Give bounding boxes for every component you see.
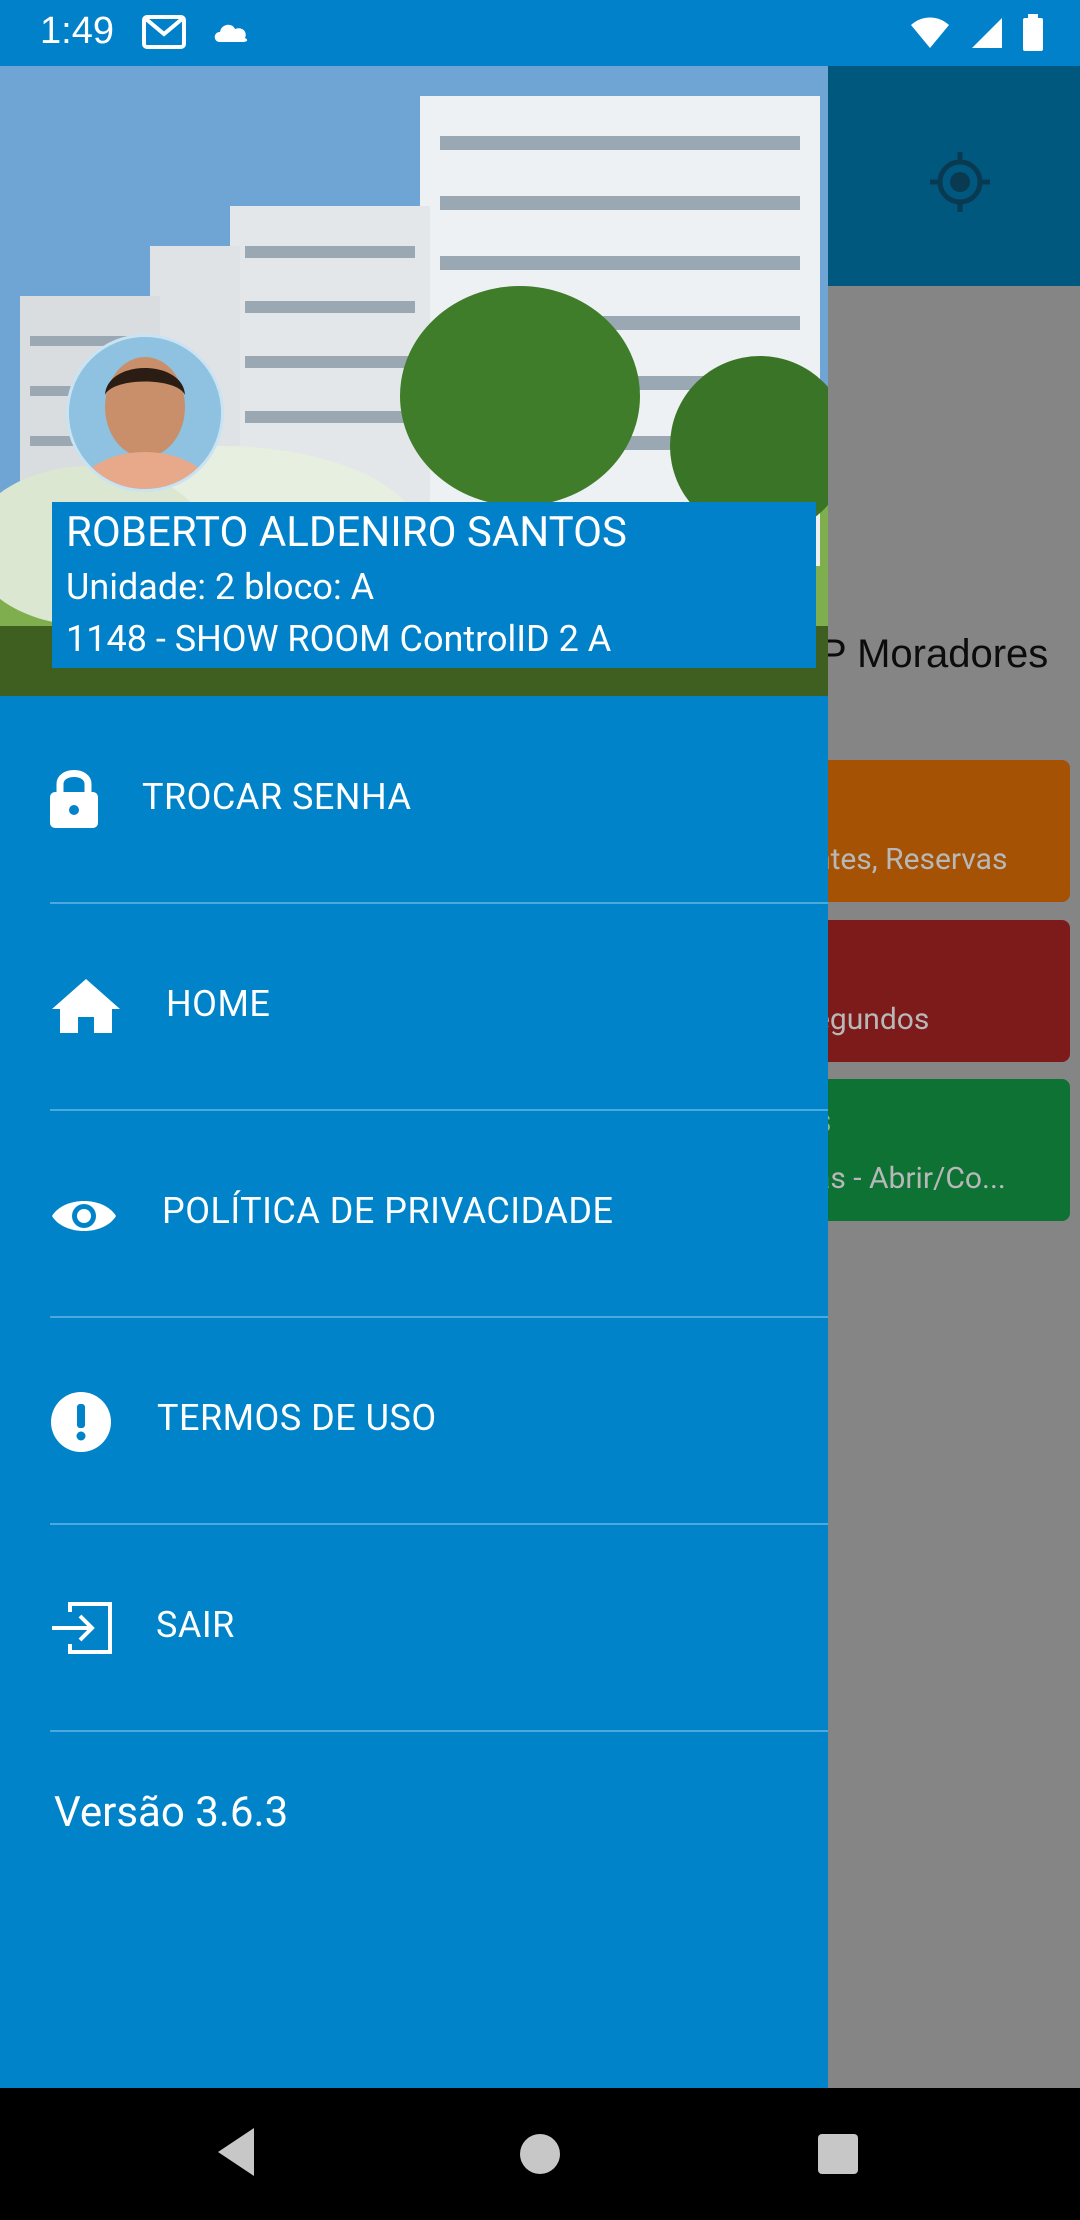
menu-label: HOME [166, 983, 271, 1025]
menu-item-home[interactable]: HOME [0, 903, 828, 1109]
divider [50, 1730, 828, 1732]
card-subtitle: ntes, Reservas [814, 842, 1008, 877]
menu-label: POLÍTICA DE PRIVACIDADE [162, 1190, 614, 1232]
card-subtitle: as - Abrir/Co... [814, 1161, 1006, 1196]
gmail-icon [142, 15, 186, 49]
lock-icon [50, 770, 98, 828]
menu-item-politica-privacidade[interactable]: POLÍTICA DE PRIVACIDADE [0, 1110, 828, 1316]
battery-icon [1023, 14, 1043, 51]
status-bar: 1:49 [0, 0, 1080, 66]
status-icons-right [910, 14, 1044, 52]
signal-icon [972, 18, 1002, 48]
logout-icon [52, 1602, 112, 1654]
eye-icon [52, 1201, 116, 1231]
status-time: 1:49 [40, 10, 114, 52]
user-name: ROBERTO ALDENIRO SANTOS [66, 508, 627, 557]
alert-circle-icon [51, 1392, 111, 1452]
back-icon[interactable] [214, 2126, 258, 2178]
menu-label: TERMOS DE USO [157, 1397, 437, 1439]
menu-item-sair[interactable]: SAIR [0, 1524, 828, 1730]
menu-label: SAIR [156, 1604, 235, 1646]
card-subtitle: egundos [814, 1002, 930, 1037]
cloud-icon [214, 24, 248, 42]
app-title-fragment: P Moradores [820, 632, 1049, 676]
user-site: 1148 - SHOW ROOM ControlID 2 A [66, 618, 612, 660]
user-info-box: ROBERTO ALDENIRO SANTOS Unidade: 2 bloco… [52, 502, 816, 668]
system-nav-bar [0, 2088, 1080, 2220]
user-unit: Unidade: 2 bloco: A [66, 566, 375, 608]
menu-item-trocar-senha[interactable]: TROCAR SENHA [0, 696, 828, 902]
menu-item-termos-uso[interactable]: TERMOS DE USO [0, 1317, 828, 1523]
my-location-icon[interactable] [928, 150, 992, 214]
wifi-icon [911, 17, 949, 48]
navigation-drawer: ROBERTO ALDENIRO SANTOS Unidade: 2 bloco… [0, 66, 828, 2088]
user-avatar[interactable] [66, 334, 224, 492]
drawer-header: ROBERTO ALDENIRO SANTOS Unidade: 2 bloco… [0, 66, 828, 696]
app-card-3[interactable]: s as - Abrir/Co... [800, 1079, 1070, 1221]
status-icons-left [142, 14, 252, 50]
app-card-2[interactable]: egundos [800, 920, 1070, 1062]
home-icon [52, 979, 120, 1033]
home-nav-icon[interactable] [520, 2134, 560, 2174]
menu-label: TROCAR SENHA [142, 776, 412, 818]
app-card-1[interactable]: ntes, Reservas [800, 760, 1070, 902]
app-version: Versão 3.6.3 [54, 1788, 289, 1837]
recents-icon[interactable] [818, 2134, 858, 2174]
